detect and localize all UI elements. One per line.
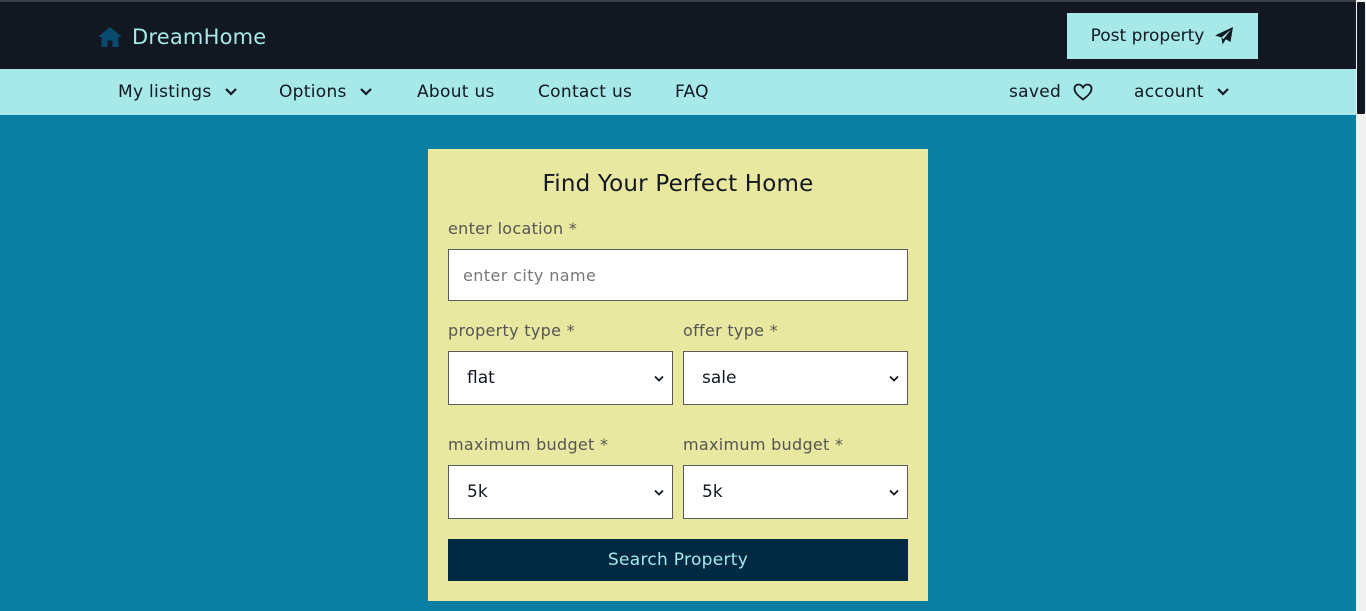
chevron-down-icon: [359, 87, 373, 97]
nav-my-listings-label: My listings: [118, 82, 212, 102]
top-header: DreamHome Post property: [0, 0, 1356, 69]
search-card-title: Find Your Perfect Home: [542, 171, 814, 197]
nav-contact-us[interactable]: Contact us: [538, 69, 632, 115]
property-type-value: flat: [467, 368, 495, 388]
nav-saved-label: saved: [1009, 82, 1062, 102]
nav-account-label: account: [1134, 82, 1204, 102]
post-property-button[interactable]: Post property: [1067, 13, 1258, 59]
paper-plane-icon: [1214, 26, 1234, 46]
property-type-select[interactable]: flat: [448, 351, 673, 405]
home-icon: [97, 25, 123, 49]
search-card: Find Your Perfect Home enter location * …: [428, 149, 928, 601]
chevron-down-icon: [1216, 87, 1230, 97]
search-property-label: Search Property: [607, 550, 749, 570]
heart-icon: [1073, 83, 1093, 101]
scrollbar-thumb[interactable]: [1357, 2, 1365, 114]
location-input[interactable]: [448, 249, 908, 301]
nav-my-listings[interactable]: My listings: [118, 69, 238, 115]
max-budget-label: maximum budget *: [683, 435, 844, 454]
chevron-down-icon: [654, 375, 664, 382]
brand-logo[interactable]: DreamHome: [97, 22, 266, 52]
nav-about-us-label: About us: [417, 82, 495, 102]
offer-type-label: offer type *: [683, 321, 778, 340]
property-type-label: property type *: [448, 321, 575, 340]
brand-name: DreamHome: [132, 25, 267, 49]
nav-faq-label: FAQ: [675, 82, 709, 102]
page-scrollbar[interactable]: [1356, 0, 1366, 611]
nav-contact-us-label: Contact us: [538, 82, 633, 102]
main-nav: My listings Options About us Contact us …: [0, 69, 1356, 115]
nav-options-label: Options: [279, 82, 347, 102]
offer-type-select[interactable]: sale: [683, 351, 908, 405]
nav-saved[interactable]: saved: [1009, 69, 1093, 115]
search-property-button[interactable]: Search Property: [448, 539, 908, 581]
max-budget-select[interactable]: 5k: [683, 465, 908, 519]
nav-options[interactable]: Options: [279, 69, 373, 115]
min-budget-label: maximum budget *: [448, 435, 609, 454]
min-budget-value: 5k: [467, 482, 488, 502]
nav-about-us[interactable]: About us: [417, 69, 495, 115]
chevron-down-icon: [889, 375, 899, 382]
chevron-down-icon: [224, 87, 238, 97]
nav-faq[interactable]: FAQ: [675, 69, 709, 115]
location-label: enter location *: [448, 219, 578, 238]
max-budget-value: 5k: [702, 482, 723, 502]
post-property-label: Post property: [1090, 26, 1205, 46]
chevron-down-icon: [889, 489, 899, 496]
chevron-down-icon: [654, 489, 664, 496]
nav-account[interactable]: account: [1134, 69, 1230, 115]
min-budget-select[interactable]: 5k: [448, 465, 673, 519]
offer-type-value: sale: [702, 368, 737, 388]
